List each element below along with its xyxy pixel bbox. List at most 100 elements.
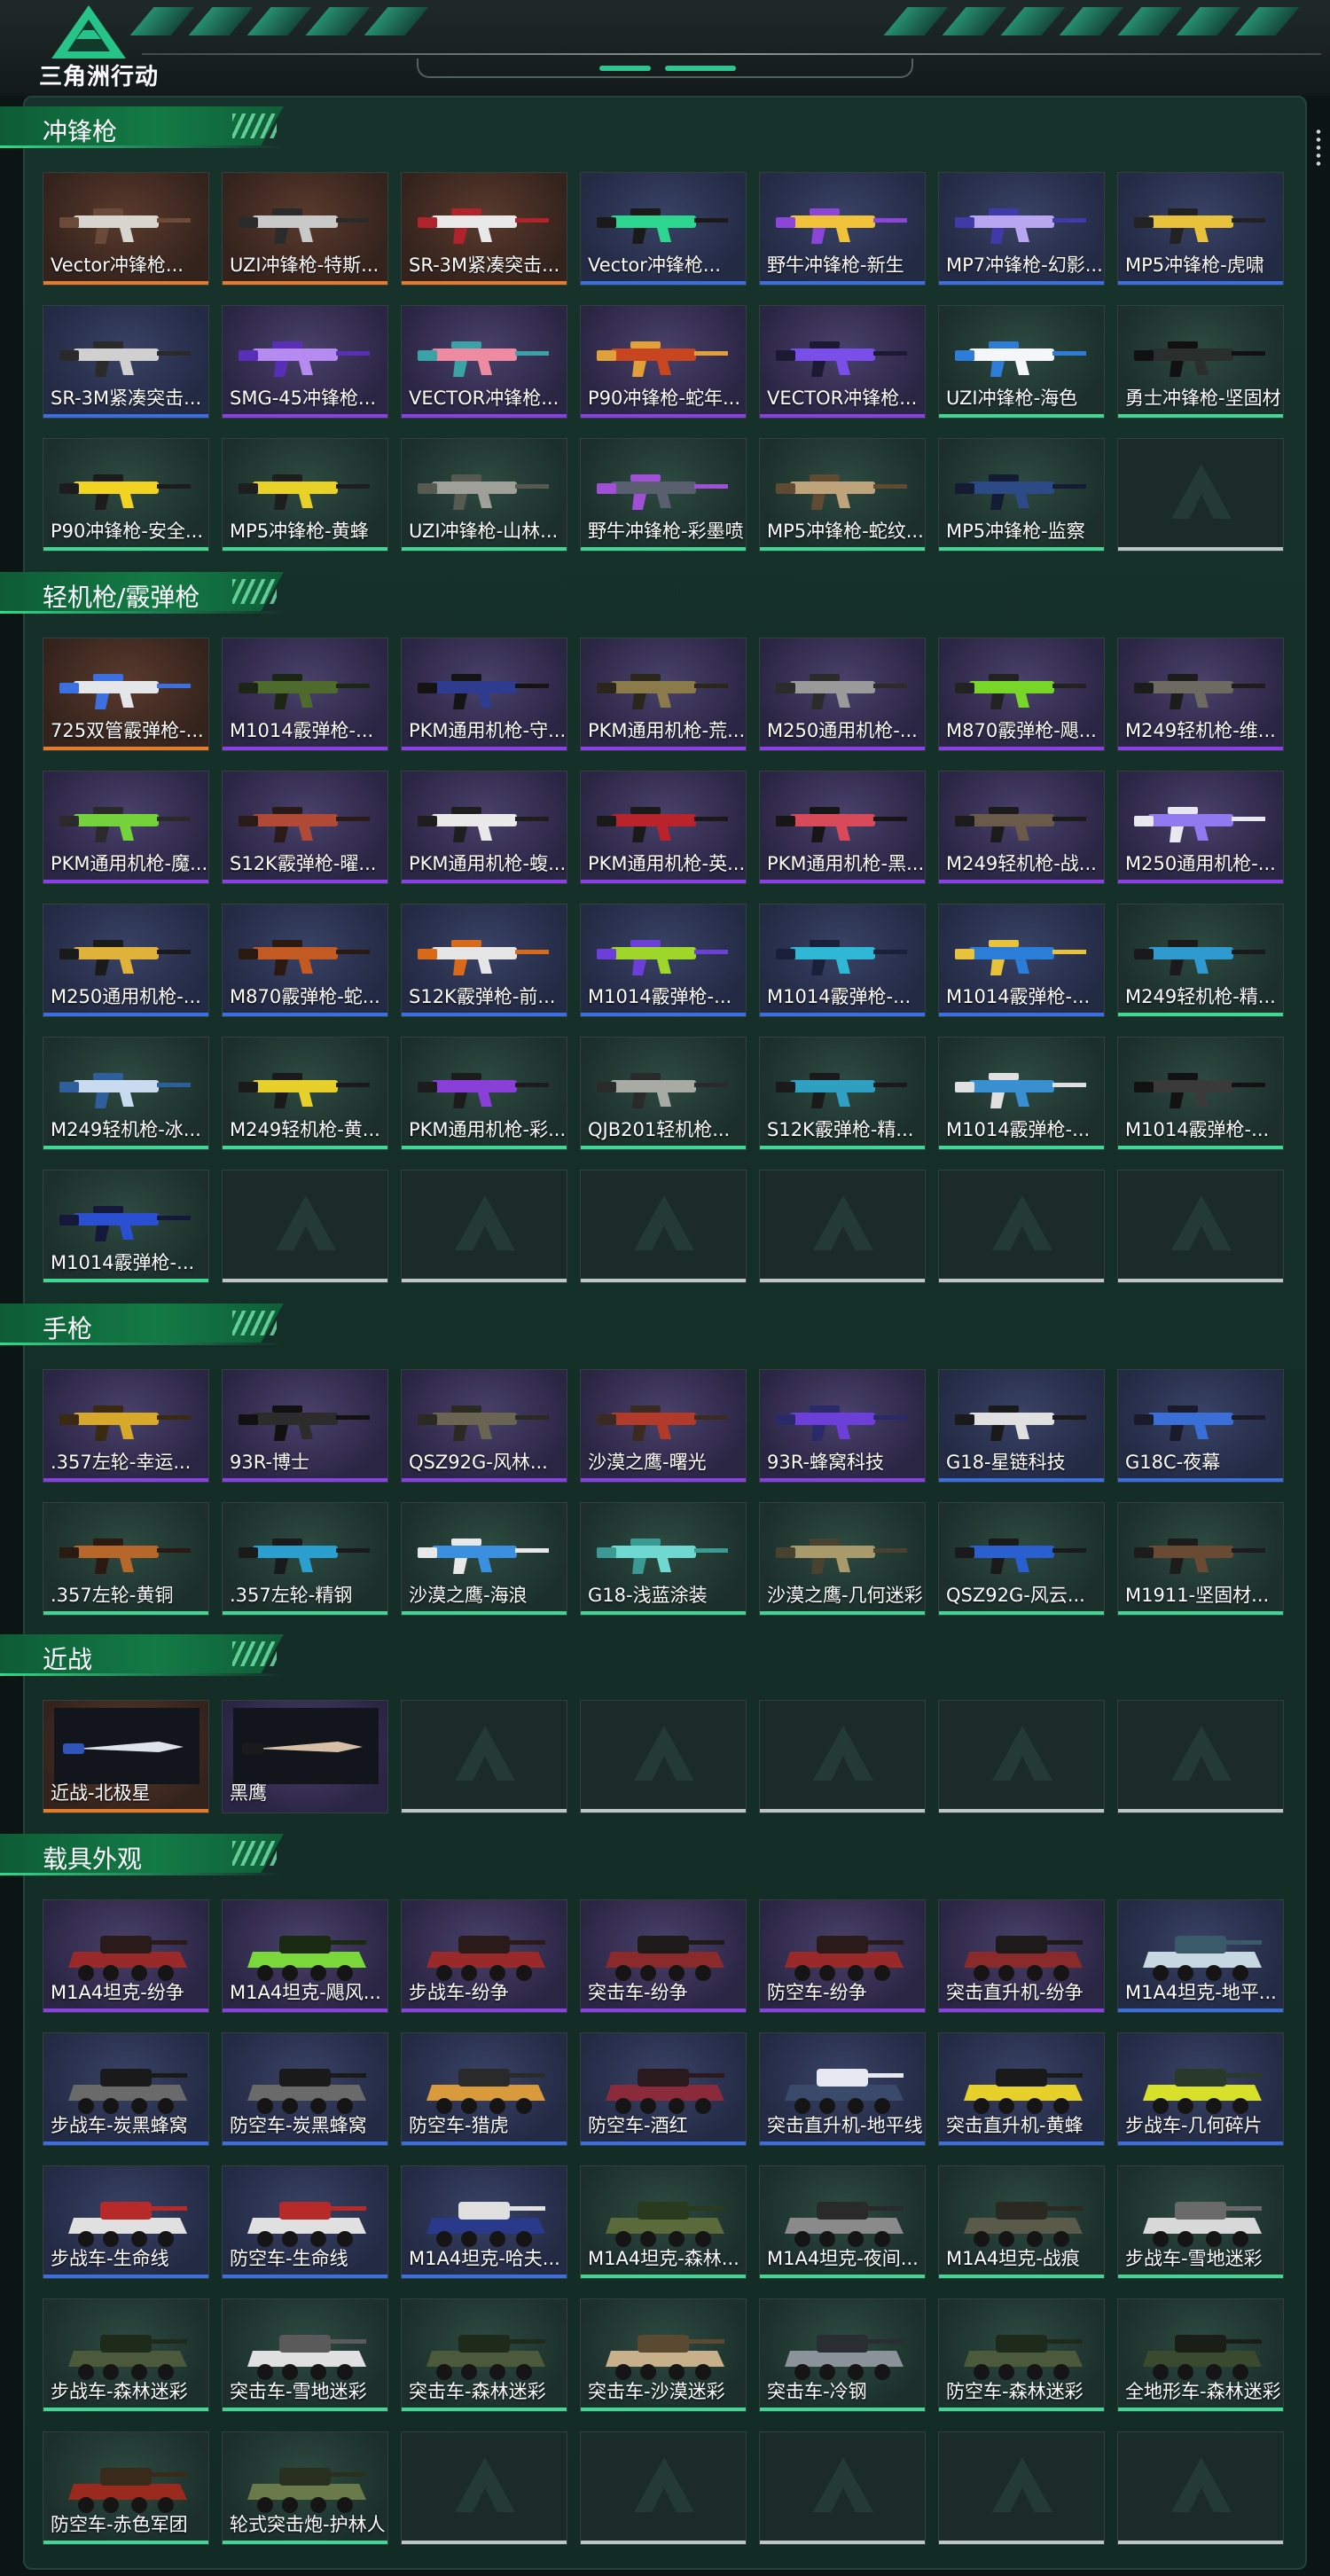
- item-card[interactable]: .357左轮-幸运...: [43, 1369, 209, 1483]
- item-card[interactable]: Vector冲锋枪...: [580, 172, 747, 286]
- item-card[interactable]: G18C-夜幕: [1117, 1369, 1284, 1483]
- item-card[interactable]: QSZ92G-风林...: [401, 1369, 567, 1483]
- item-card[interactable]: VECTOR冲锋枪...: [759, 305, 926, 419]
- item-card[interactable]: S12K霰弹枪-精...: [759, 1037, 926, 1150]
- item-card[interactable]: M249轻机枪-战...: [938, 771, 1105, 884]
- more-options-icon[interactable]: [1316, 128, 1321, 168]
- item-card[interactable]: M250通用机枪-...: [759, 638, 926, 751]
- item-card[interactable]: 突击车-森林迷彩: [401, 2298, 567, 2412]
- item-card[interactable]: 近战-北极星: [43, 1700, 209, 1813]
- item-card[interactable]: M1014霰弹枪-...: [43, 1170, 209, 1283]
- section-header[interactable]: 手枪: [0, 1304, 284, 1345]
- item-card[interactable]: 防空车-赤色军团: [43, 2431, 209, 2545]
- item-card[interactable]: M1A4坦克-森林...: [580, 2165, 747, 2279]
- item-card[interactable]: 防空车-猎虎: [401, 2032, 567, 2146]
- item-card[interactable]: P90冲锋枪-安全...: [43, 438, 209, 552]
- item-card[interactable]: SR-3M紧凑突击...: [43, 305, 209, 419]
- item-card[interactable]: M250通用机枪-...: [43, 904, 209, 1017]
- item-card[interactable]: .357左轮-黄铜: [43, 1502, 209, 1616]
- item-card[interactable]: M1A4坦克-哈夫...: [401, 2165, 567, 2279]
- item-card[interactable]: 沙漠之鹰-海浪: [401, 1502, 567, 1616]
- item-card[interactable]: PKM通用机枪-蝮...: [401, 771, 567, 884]
- item-card[interactable]: 突击车-纷争: [580, 1899, 747, 2013]
- item-card[interactable]: M1A4坦克-飓风...: [222, 1899, 388, 2013]
- item-card[interactable]: SMG-45冲锋枪...: [222, 305, 388, 419]
- item-card[interactable]: 黑鹰: [222, 1700, 388, 1813]
- item-card[interactable]: G18-浅蓝涂装: [580, 1502, 747, 1616]
- item-card[interactable]: MP5冲锋枪-虎啸: [1117, 172, 1284, 286]
- item-card[interactable]: 步战车-纷争: [401, 1899, 567, 2013]
- item-card[interactable]: 93R-博士: [222, 1369, 388, 1483]
- item-card[interactable]: 野牛冲锋枪-新生: [759, 172, 926, 286]
- item-card[interactable]: 突击车-冷钢: [759, 2298, 926, 2412]
- item-card[interactable]: 防空车-炭黑蜂窝: [222, 2032, 388, 2146]
- item-card[interactable]: 步战车-生命线: [43, 2165, 209, 2279]
- item-card[interactable]: P90冲锋枪-蛇年...: [580, 305, 747, 419]
- item-card[interactable]: 突击车-雪地迷彩: [222, 2298, 388, 2412]
- item-card[interactable]: MP5冲锋枪-黄蜂: [222, 438, 388, 552]
- item-card[interactable]: 防空车-生命线: [222, 2165, 388, 2279]
- item-card[interactable]: M1A4坦克-纷争: [43, 1899, 209, 2013]
- item-card[interactable]: Vector冲锋枪...: [43, 172, 209, 286]
- item-card[interactable]: 勇士冲锋枪-坚固材...: [1117, 305, 1284, 419]
- section-header[interactable]: 轻机枪/霰弹枪: [0, 572, 284, 614]
- item-card[interactable]: 步战车-森林迷彩: [43, 2298, 209, 2412]
- item-card[interactable]: M870霰弹枪-飓...: [938, 638, 1105, 751]
- item-card[interactable]: S12K霰弹枪-前...: [401, 904, 567, 1017]
- item-card[interactable]: M1A4坦克-战痕: [938, 2165, 1105, 2279]
- item-card[interactable]: SR-3M紧凑突击...: [401, 172, 567, 286]
- item-card[interactable]: M250通用机枪-...: [1117, 771, 1284, 884]
- item-card[interactable]: M1A4坦克-地平...: [1117, 1899, 1284, 2013]
- item-card[interactable]: M1014霰弹枪-...: [938, 904, 1105, 1017]
- item-card[interactable]: PKM通用机枪-彩...: [401, 1037, 567, 1150]
- item-card[interactable]: 步战车-雪地迷彩: [1117, 2165, 1284, 2279]
- item-card[interactable]: 突击直升机-纷争: [938, 1899, 1105, 2013]
- item-card[interactable]: MP7冲锋枪-幻影...: [938, 172, 1105, 286]
- item-card[interactable]: 步战车-炭黑蜂窝: [43, 2032, 209, 2146]
- item-card[interactable]: 轮式突击炮-护林人: [222, 2431, 388, 2545]
- item-card[interactable]: M1014霰弹枪-...: [938, 1037, 1105, 1150]
- item-card[interactable]: QJB201轻机枪...: [580, 1037, 747, 1150]
- item-card[interactable]: 防空车-森林迷彩: [938, 2298, 1105, 2412]
- section-header[interactable]: 近战: [0, 1634, 284, 1676]
- item-card[interactable]: M870霰弹枪-蛇...: [222, 904, 388, 1017]
- item-card[interactable]: 沙漠之鹰-曙光: [580, 1369, 747, 1483]
- item-card[interactable]: 防空车-酒红: [580, 2032, 747, 2146]
- item-card[interactable]: S12K霰弹枪-曜...: [222, 771, 388, 884]
- item-card[interactable]: PKM通用机枪-黑...: [759, 771, 926, 884]
- section-header[interactable]: 冲锋枪: [0, 106, 284, 148]
- item-card[interactable]: 全地形车-森林迷彩: [1117, 2298, 1284, 2412]
- item-card[interactable]: UZI冲锋枪-海色: [938, 305, 1105, 419]
- item-card[interactable]: M1014霰弹枪-...: [222, 638, 388, 751]
- item-card[interactable]: QSZ92G-风云...: [938, 1502, 1105, 1616]
- item-card[interactable]: PKM通用机枪-英...: [580, 771, 747, 884]
- item-card[interactable]: PKM通用机枪-荒...: [580, 638, 747, 751]
- item-card[interactable]: M1014霰弹枪-...: [759, 904, 926, 1017]
- item-card[interactable]: M249轻机枪-维...: [1117, 638, 1284, 751]
- item-card[interactable]: 沙漠之鹰-几何迷彩: [759, 1502, 926, 1616]
- item-card[interactable]: 突击车-沙漠迷彩: [580, 2298, 747, 2412]
- item-card[interactable]: M249轻机枪-冰...: [43, 1037, 209, 1150]
- item-card[interactable]: 步战车-几何碎片: [1117, 2032, 1284, 2146]
- item-card[interactable]: UZI冲锋枪-山林...: [401, 438, 567, 552]
- item-card[interactable]: 野牛冲锋枪-彩墨喷...: [580, 438, 747, 552]
- item-card[interactable]: 突击直升机-黄蜂: [938, 2032, 1105, 2146]
- item-card[interactable]: 突击直升机-地平线: [759, 2032, 926, 2146]
- item-card[interactable]: MP5冲锋枪-蛇纹...: [759, 438, 926, 552]
- item-card[interactable]: G18-星链科技: [938, 1369, 1105, 1483]
- item-card[interactable]: 725双管霰弹枪-...: [43, 638, 209, 751]
- item-card[interactable]: M249轻机枪-精...: [1117, 904, 1284, 1017]
- item-card[interactable]: PKM通用机枪-魔...: [43, 771, 209, 884]
- item-card[interactable]: M1911-坚固材...: [1117, 1502, 1284, 1616]
- item-card[interactable]: UZI冲锋枪-特斯...: [222, 172, 388, 286]
- item-card[interactable]: M1A4坦克-夜间...: [759, 2165, 926, 2279]
- item-card[interactable]: M1014霰弹枪-...: [580, 904, 747, 1017]
- item-card[interactable]: VECTOR冲锋枪...: [401, 305, 567, 419]
- item-card[interactable]: M1014霰弹枪-...: [1117, 1037, 1284, 1150]
- item-card[interactable]: 防空车-纷争: [759, 1899, 926, 2013]
- item-card[interactable]: PKM通用机枪-守...: [401, 638, 567, 751]
- item-card[interactable]: .357左轮-精钢: [222, 1502, 388, 1616]
- item-card[interactable]: M249轻机枪-黄...: [222, 1037, 388, 1150]
- section-header[interactable]: 载具外观: [0, 1834, 284, 1875]
- item-card[interactable]: 93R-蜂窝科技: [759, 1369, 926, 1483]
